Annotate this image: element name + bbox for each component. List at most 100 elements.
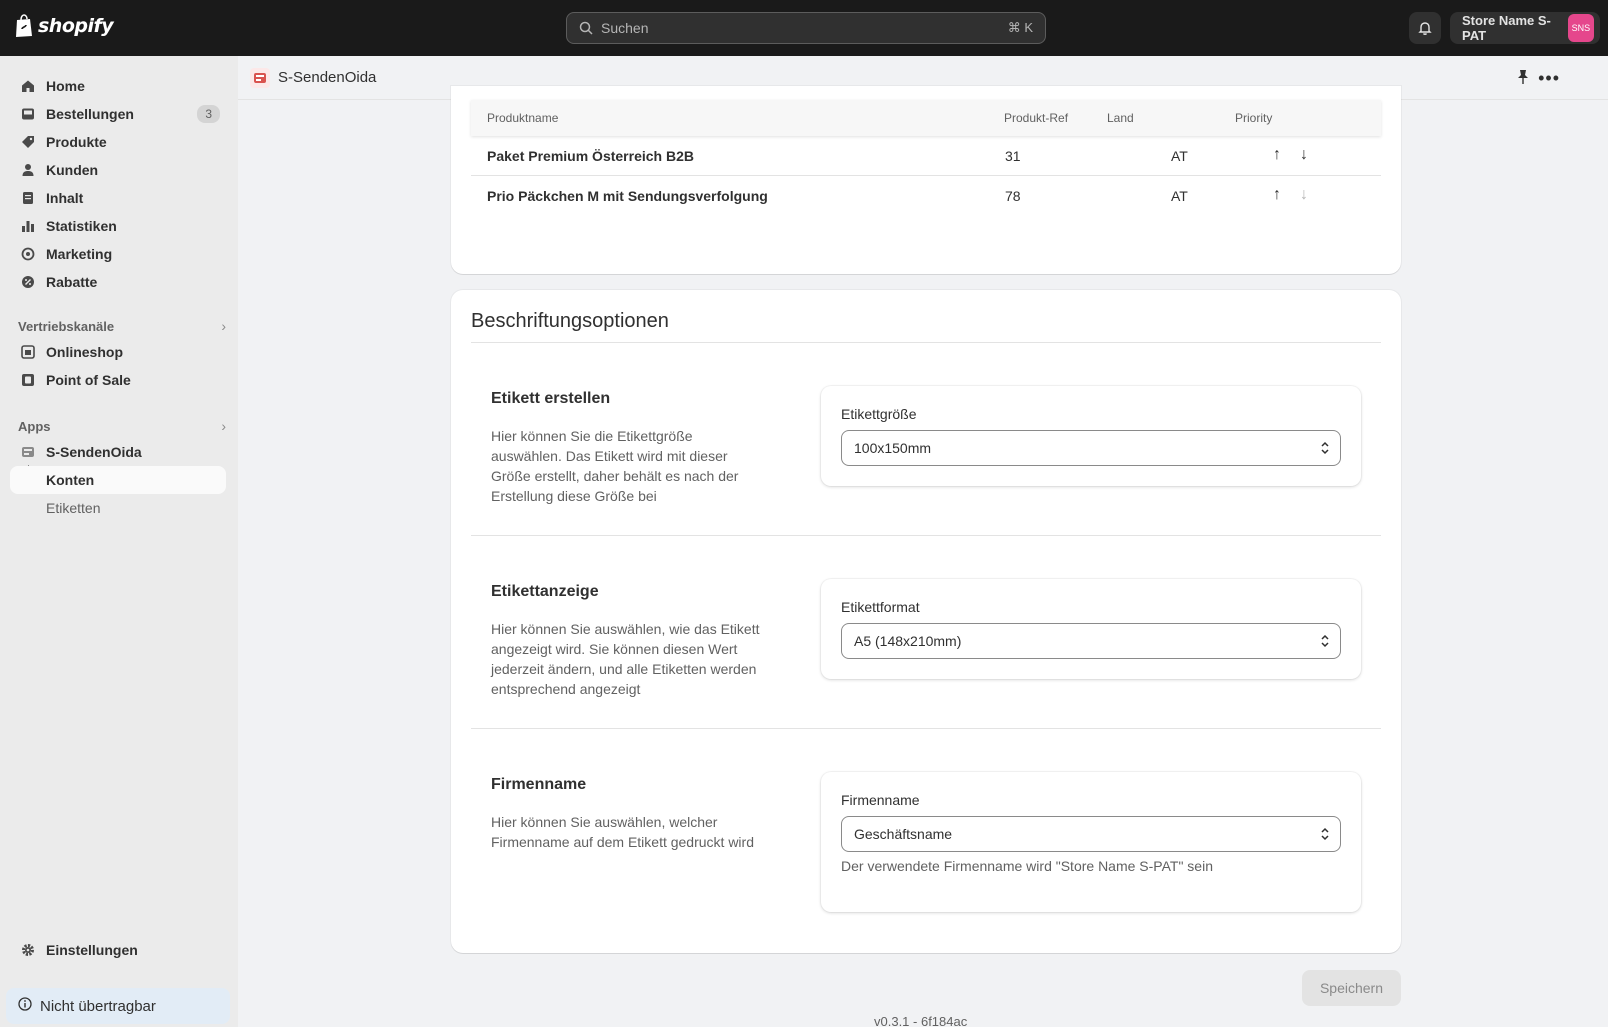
store-icon: [20, 344, 36, 360]
sales-channels-header[interactable]: Vertriebskanäle ›: [18, 318, 226, 334]
chevron-right-icon: ›: [221, 418, 226, 434]
sidebar-item-settings[interactable]: Einstellungen: [10, 936, 226, 964]
section-description: Hier können Sie die Etikettgröße auswähl…: [491, 428, 739, 504]
store-avatar: SNS: [1567, 14, 1594, 42]
sidebar-item-label: Inhalt: [46, 190, 84, 206]
select-arrows-icon: [1321, 827, 1329, 841]
sidebar-item-marketing[interactable]: Marketing: [10, 240, 226, 268]
pin-icon[interactable]: [1516, 69, 1530, 88]
sidebar-item-label: Onlineshop: [46, 344, 123, 360]
move-up-icon[interactable]: ↑: [1273, 146, 1281, 164]
company-name-label: Firmenname: [841, 792, 920, 808]
sidebar-item-discounts[interactable]: Rabatte: [10, 268, 226, 296]
sidebar-item-label: Marketing: [46, 246, 113, 262]
sidebar-item-label: Einstellungen: [46, 942, 138, 958]
label-size-select[interactable]: 100x150mm: [841, 430, 1341, 466]
sidebar-item-online-store[interactable]: Onlineshop: [10, 338, 226, 366]
label-options-card: Beschriftungsoptionen Etikett erstellen …: [451, 290, 1401, 953]
apps-label: Apps: [18, 418, 51, 434]
home-icon: [20, 78, 36, 94]
column-header-product-ref: Produkt-Ref: [1004, 111, 1069, 125]
search-icon: [579, 21, 593, 35]
select-arrows-icon: [1321, 634, 1329, 648]
sidebar-item-label: S-SendenOida: [46, 444, 142, 460]
notifications-button[interactable]: [1409, 12, 1441, 44]
store-menu-button[interactable]: Store Name S-PAT SNS: [1450, 12, 1600, 44]
select-arrows-icon: [1321, 441, 1329, 455]
product-ref-cell: 78: [1005, 188, 1021, 204]
app-icon: [20, 444, 36, 460]
sidebar-item-products[interactable]: Produkte: [10, 128, 226, 156]
label-format-field-card: Etikettformat A5 (148x210mm): [821, 579, 1361, 679]
pos-icon: [20, 372, 36, 388]
label-size-value: 100x150mm: [854, 440, 932, 456]
move-down-icon: ↓: [1300, 186, 1308, 203]
sidebar-item-label: Bestellungen: [46, 106, 134, 122]
section-description: Hier können Sie auswählen, welcher Firme…: [491, 814, 754, 850]
product-name-cell: Paket Premium Österreich B2B: [487, 148, 694, 164]
product-name-cell: Prio Päckchen M mit Sendungsverfolgung: [487, 188, 768, 204]
products-card: Produktname Produkt-Ref Land Priority Pa…: [451, 86, 1401, 274]
column-header-country: Land: [1107, 111, 1134, 125]
country-cell: AT: [1171, 148, 1188, 164]
search-bar[interactable]: Suchen ⌘ K: [566, 12, 1046, 44]
section-title-create-label: Etikett erstellen: [491, 390, 611, 407]
search-placeholder: Suchen: [601, 20, 649, 36]
discount-icon: [20, 274, 36, 290]
sidebar-item-app[interactable]: S-SendenOida: [10, 438, 226, 466]
sidebar-item-label: Point of Sale: [46, 372, 131, 388]
sidebar-item-content[interactable]: Inhalt: [10, 184, 226, 212]
shopify-logo[interactable]: shopify: [14, 14, 114, 38]
orders-count-badge: 3: [197, 105, 220, 123]
sidebar-item-customers[interactable]: Kunden: [10, 156, 226, 184]
sidebar: Home Bestellungen 3 Produkte Kunden Inha…: [0, 56, 238, 1027]
sidebar-item-orders[interactable]: Bestellungen 3: [10, 100, 226, 128]
label-format-select[interactable]: A5 (148x210mm): [841, 623, 1341, 659]
sidebar-item-analytics[interactable]: Statistiken: [10, 212, 226, 240]
sidebar-item-home[interactable]: Home: [10, 72, 226, 100]
divider: [471, 342, 1381, 343]
bell-icon: [1418, 22, 1432, 35]
person-icon: [20, 162, 36, 178]
card-title: Beschriftungsoptionen: [471, 310, 669, 332]
sidebar-item-pos[interactable]: Point of Sale: [10, 366, 226, 394]
sidebar-item-label: Rabatte: [46, 274, 98, 290]
chevron-right-icon: ›: [221, 318, 226, 334]
label-size-field-card: Etikettgröße 100x150mm: [821, 386, 1361, 486]
table-row: Paket Premium Österreich B2B 31 AT ↑ ↓: [471, 136, 1381, 176]
company-name-select[interactable]: Geschäftsname: [841, 816, 1341, 852]
more-options-icon[interactable]: •••: [1538, 68, 1560, 89]
store-name: Store Name S-PAT: [1462, 13, 1551, 43]
sales-channels-label: Vertriebskanäle: [18, 318, 115, 334]
label-format-label: Etikettformat: [841, 599, 920, 615]
search-shortcut: ⌘ K: [1007, 20, 1033, 35]
top-bar: shopify Suchen ⌘ K Store Name S-PAT SNS: [0, 0, 1608, 56]
table-header: Produktname Produkt-Ref Land Priority: [471, 100, 1381, 136]
move-down-icon[interactable]: ↓: [1300, 146, 1308, 164]
sidebar-subitem-accounts[interactable]: Konten: [10, 466, 226, 494]
non-transferable-banner[interactable]: Nicht übertragbar: [6, 988, 230, 1024]
label-format-value: A5 (148x210mm): [854, 633, 962, 649]
section-description: Hier können Sie auswählen, wie das Etike…: [491, 621, 760, 697]
document-icon: [20, 190, 36, 206]
company-name-help-text: Der verwendete Firmenname wird "Store Na…: [841, 858, 1213, 874]
table-row: Prio Päckchen M mit Sendungsverfolgung 7…: [471, 176, 1381, 216]
app-logo-icon: [250, 67, 270, 88]
sidebar-subitem-labels[interactable]: Etiketten: [10, 494, 226, 522]
column-header-priority: Priority: [1235, 111, 1273, 125]
move-up-icon[interactable]: ↑: [1273, 186, 1281, 204]
divider: [471, 728, 1381, 729]
target-icon: [20, 246, 36, 262]
save-button[interactable]: Speichern: [1302, 970, 1401, 1006]
section-title-label-display: Etikettanzeige: [491, 583, 599, 600]
gear-icon: [20, 942, 36, 958]
brand-name: shopify: [38, 15, 114, 37]
app-title: S-SendenOida: [278, 69, 377, 86]
company-name-value: Geschäftsname: [854, 826, 953, 842]
divider: [471, 535, 1381, 536]
version-text: v0.3.1 - 6f184ac: [874, 1014, 968, 1027]
sidebar-item-label: Home: [46, 78, 85, 94]
apps-header[interactable]: Apps ›: [18, 418, 226, 434]
column-header-product-name: Produktname: [487, 111, 559, 125]
country-cell: AT: [1171, 188, 1188, 204]
